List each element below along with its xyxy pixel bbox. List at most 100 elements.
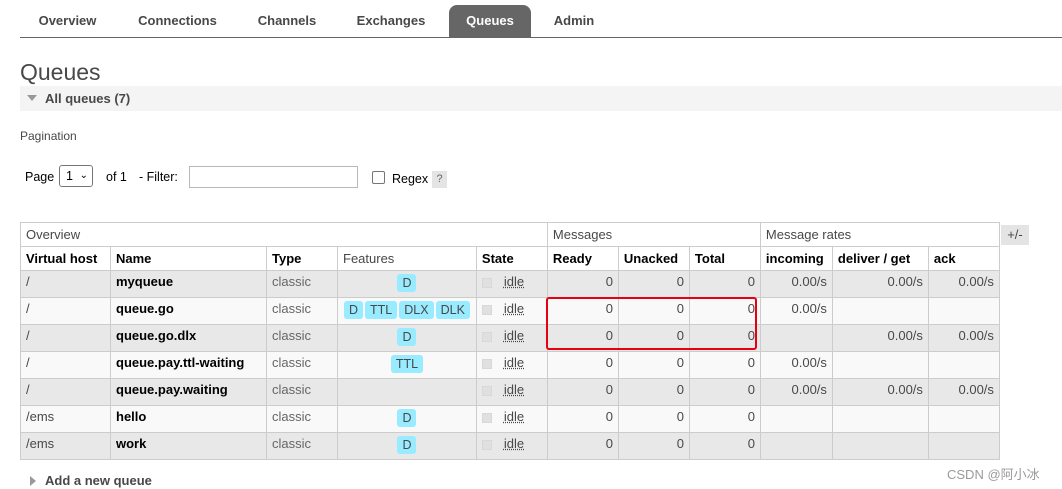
cell-virtual-host: /	[20, 270, 111, 298]
col-type[interactable]: Type	[266, 246, 338, 271]
feature-badge[interactable]: DLK	[435, 301, 470, 319]
state-indicator-icon	[481, 439, 492, 450]
cell-type: classic	[266, 324, 338, 352]
queue-name-link[interactable]: queue.pay.waiting	[110, 378, 267, 406]
col-name[interactable]: Name	[110, 246, 267, 271]
cell-features	[337, 378, 477, 406]
cell-incoming	[759, 324, 833, 352]
table-row: / queue.pay.ttl-waiting classic TTL idle 0 0 0 0…	[20, 351, 1000, 379]
state-text: idle	[503, 409, 525, 424]
main-nav: Overview Connections Channels Exchanges …	[20, 5, 1062, 38]
feature-badge[interactable]: TTL	[365, 301, 398, 319]
filter-label: - Filter:	[139, 170, 178, 184]
feature-badge[interactable]: D	[397, 409, 417, 427]
cell-incoming	[759, 432, 833, 460]
col-state[interactable]: State	[475, 246, 548, 271]
tab-exchanges[interactable]: Exchanges	[345, 5, 437, 37]
cell-features: D TTL DLX DLK	[337, 297, 477, 325]
queues-table: Overview Messages Message rates Virtual …	[20, 222, 1000, 460]
feature-badge[interactable]: D	[397, 436, 417, 454]
feature-badge[interactable]: D	[344, 301, 364, 319]
cell-ready: 0	[546, 432, 619, 460]
queue-name-link[interactable]: myqueue	[110, 270, 267, 298]
table-row: /ems hello classic Didle 0 0 0	[20, 405, 1000, 433]
table-row: / myqueue classic Didle 0 0 0 0.00/s 0.00/s 0.00/…	[20, 270, 1000, 298]
feature-badge[interactable]: DLX	[399, 301, 434, 319]
tab-admin[interactable]: Admin	[544, 5, 604, 37]
queue-name-link[interactable]: work	[110, 432, 267, 460]
regex-checkbox[interactable]	[372, 171, 385, 184]
cell-unacked: 0	[617, 270, 690, 298]
cell-type: classic	[266, 351, 338, 379]
cell-features: D	[337, 270, 477, 298]
state-text: idle	[503, 274, 525, 289]
cell-state: idle	[475, 351, 548, 379]
col-ack[interactable]: ack	[927, 246, 1000, 271]
cell-deliver-get	[831, 405, 929, 433]
regex-help-icon[interactable]: ?	[432, 171, 447, 188]
state-indicator-icon	[481, 331, 492, 342]
col-virtual-host[interactable]: Virtual host	[20, 246, 111, 271]
feature-badge[interactable]: D	[397, 274, 417, 292]
cell-total: 0	[688, 378, 761, 406]
col-unacked[interactable]: Unacked	[617, 246, 690, 271]
cell-total: 0	[688, 270, 761, 298]
cell-deliver-get: 0.00/s	[831, 378, 929, 406]
cell-incoming: 0.00/s	[759, 378, 833, 406]
queue-name-link[interactable]: queue.go.dlx	[110, 324, 267, 352]
page-select[interactable]: 1 ⌄	[59, 165, 93, 187]
state-indicator-icon	[481, 412, 492, 423]
table-row: /ems work classic Didle 0 0 0	[20, 432, 1000, 460]
feature-badge[interactable]: TTL	[390, 355, 424, 373]
col-incoming[interactable]: incoming	[759, 246, 833, 271]
cell-ack: 0.00/s	[927, 270, 1000, 298]
tab-queues[interactable]: Queues	[449, 5, 531, 37]
col-features: Features	[337, 246, 477, 271]
cell-total: 0	[688, 405, 761, 433]
col-total[interactable]: Total	[688, 246, 761, 271]
cell-deliver-get	[831, 432, 929, 460]
queue-name-link[interactable]: hello	[110, 405, 267, 433]
tab-channels[interactable]: Channels	[242, 5, 332, 37]
state-text: idle	[503, 328, 525, 343]
cell-unacked: 0	[617, 297, 690, 325]
col-ready[interactable]: Ready	[546, 246, 619, 271]
feature-badge[interactable]: D	[397, 328, 417, 346]
cell-features: D	[337, 432, 477, 460]
cell-virtual-host: /ems	[20, 432, 111, 460]
page-title: Queues	[20, 59, 101, 85]
table-row: / queue.pay.waiting classic idle 0 0 0 0.00/s 0.…	[20, 378, 1000, 406]
filter-input[interactable]	[189, 166, 358, 188]
cell-type: classic	[266, 297, 338, 325]
page-select-value: 1	[66, 169, 73, 183]
cell-total: 0	[688, 432, 761, 460]
tab-connections[interactable]: Connections	[120, 5, 235, 37]
cell-incoming: 0.00/s	[759, 351, 833, 379]
cell-incoming: 0.00/s	[759, 270, 833, 298]
cell-type: classic	[266, 405, 338, 433]
cell-type: classic	[266, 270, 338, 298]
cell-state: idle	[475, 432, 548, 460]
pagination-label: Pagination	[20, 129, 77, 143]
state-indicator-icon	[481, 358, 492, 369]
group-message-rates: Message rates	[759, 222, 1000, 247]
cell-features: D	[337, 405, 477, 433]
cell-unacked: 0	[617, 324, 690, 352]
col-deliver-get[interactable]: deliver / get	[831, 246, 929, 271]
columns-toggle-button[interactable]: +/-	[1001, 225, 1029, 245]
queue-name-link[interactable]: queue.go	[110, 297, 267, 325]
tab-overview[interactable]: Overview	[20, 5, 115, 37]
cell-ready: 0	[546, 270, 619, 298]
cell-deliver-get: 0.00/s	[831, 270, 929, 298]
state-text: idle	[503, 382, 525, 397]
all-queues-section-toggle[interactable]: All queues (7)	[20, 86, 1062, 111]
cell-ready: 0	[546, 297, 619, 325]
cell-ready: 0	[546, 378, 619, 406]
all-queues-label: All queues (7)	[45, 91, 131, 106]
cell-ack	[927, 432, 1000, 460]
cell-total: 0	[688, 351, 761, 379]
cell-state: idle	[475, 324, 548, 352]
cell-deliver-get	[831, 351, 929, 379]
cell-type: classic	[266, 432, 338, 460]
queue-name-link[interactable]: queue.pay.ttl-waiting	[110, 351, 267, 379]
